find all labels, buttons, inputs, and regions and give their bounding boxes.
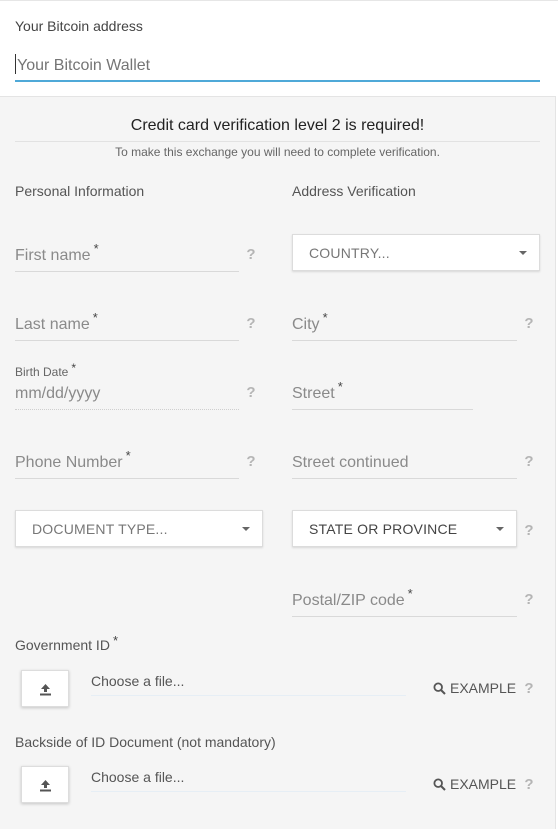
help-icon[interactable]: ? — [244, 316, 258, 332]
help-icon[interactable]: ? — [522, 592, 536, 608]
address-verification-title: Address Verification — [292, 183, 416, 199]
government-id-label-text: Government ID — [15, 637, 110, 653]
postal-code-placeholder: Postal/ZIP code — [292, 592, 405, 609]
required-mark: * — [112, 633, 118, 648]
street-continued-placeholder: Street continued — [292, 454, 409, 471]
example-label: EXAMPLE — [450, 776, 517, 792]
required-mark: * — [125, 448, 131, 463]
verification-notice-title: Credit card verification level 2 is requ… — [130, 117, 425, 134]
wallet-section: Your Bitcoin address — [0, 0, 558, 96]
document-type-value: DOCUMENT TYPE... — [32, 521, 168, 537]
upload-button[interactable] — [21, 670, 69, 707]
help-icon[interactable]: ? — [522, 681, 536, 697]
wallet-label: Your Bitcoin address — [15, 18, 143, 34]
example-link[interactable]: EXAMPLE — [433, 680, 516, 696]
search-icon — [433, 681, 446, 695]
first-name-field[interactable]: First name * — [15, 236, 239, 272]
state-province-select[interactable]: STATE OR PROVINCE — [292, 510, 517, 547]
help-icon[interactable]: ? — [522, 316, 536, 332]
street-continued-field[interactable]: Street continued — [292, 443, 517, 479]
birth-date-field[interactable]: mm/dd/yyyy — [15, 374, 239, 410]
upload-button[interactable] — [21, 766, 69, 803]
required-mark: * — [71, 361, 77, 375]
required-mark: * — [407, 586, 413, 601]
search-icon — [433, 777, 446, 791]
verification-notice-subtitle: To make this exchange you will need to c… — [115, 145, 440, 159]
country-select[interactable]: COUNTRY... — [292, 234, 540, 271]
file-input-line — [91, 791, 406, 792]
help-icon[interactable]: ? — [244, 385, 258, 401]
state-province-value: STATE OR PROVINCE — [309, 521, 458, 537]
street-field[interactable]: Street * — [292, 374, 473, 410]
document-type-select[interactable]: DOCUMENT TYPE... — [15, 510, 263, 547]
backside-id-label: Backside of ID Document (not mandatory) — [15, 734, 276, 750]
last-name-field[interactable]: Last name * — [15, 305, 239, 341]
upload-icon — [40, 684, 51, 696]
wallet-input[interactable] — [15, 51, 540, 82]
help-icon[interactable]: ? — [244, 454, 258, 470]
help-icon[interactable]: ? — [522, 523, 536, 539]
personal-info-title: Personal Information — [15, 183, 145, 199]
street-placeholder: Street — [292, 385, 335, 402]
chevron-down-icon — [519, 251, 527, 255]
chevron-down-icon — [496, 527, 504, 531]
required-mark: * — [93, 241, 99, 256]
city-placeholder: City — [292, 316, 320, 333]
example-link[interactable]: EXAMPLE — [433, 776, 516, 792]
phone-number-field[interactable]: Phone Number * — [15, 443, 239, 479]
required-mark: * — [322, 310, 328, 325]
required-mark: * — [337, 379, 343, 394]
choose-file-text[interactable]: Choose a file... — [91, 673, 184, 689]
help-icon[interactable]: ? — [522, 777, 536, 793]
required-mark: * — [92, 310, 98, 325]
example-label: EXAMPLE — [450, 680, 517, 696]
country-value: COUNTRY... — [309, 245, 390, 261]
first-name-placeholder: First name — [15, 247, 91, 264]
city-field[interactable]: City * — [292, 305, 517, 341]
help-icon[interactable]: ? — [244, 247, 258, 263]
upload-icon — [40, 780, 51, 792]
notice-divider — [15, 141, 540, 142]
help-icon[interactable]: ? — [522, 454, 536, 470]
choose-file-text[interactable]: Choose a file... — [91, 769, 184, 785]
birth-date-placeholder: mm/dd/yyyy — [15, 385, 101, 402]
postal-code-field[interactable]: Postal/ZIP code * — [292, 581, 517, 617]
text-caret — [15, 54, 16, 74]
file-input-line — [91, 695, 406, 696]
government-id-label: Government ID * — [15, 633, 118, 653]
last-name-placeholder: Last name — [15, 316, 90, 333]
phone-number-placeholder: Phone Number — [15, 454, 123, 471]
chevron-down-icon — [242, 527, 250, 531]
